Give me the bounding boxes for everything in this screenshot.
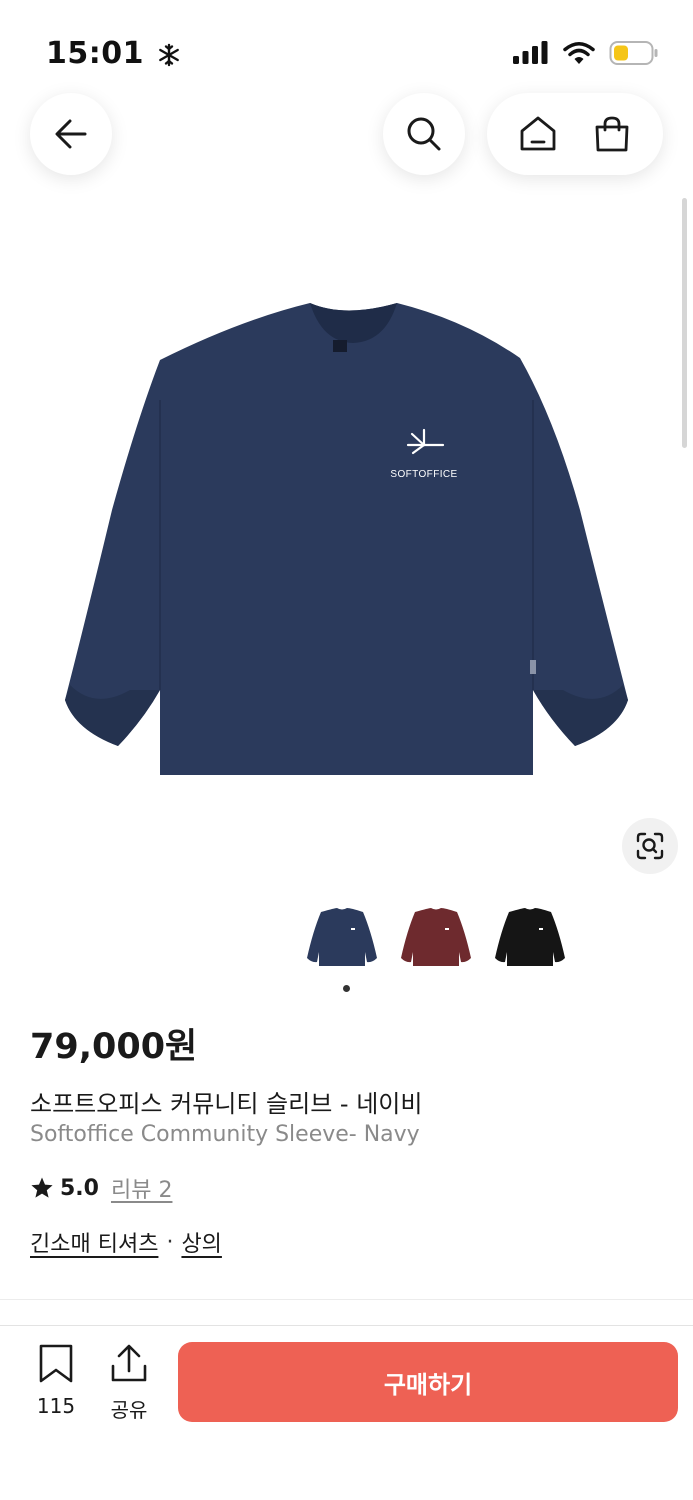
category-separator: · (166, 1229, 174, 1255)
share-icon (111, 1344, 147, 1382)
status-indicators (513, 40, 659, 66)
lens-icon (636, 832, 664, 860)
search-icon (407, 117, 441, 151)
home-icon (520, 116, 556, 151)
wifi-icon (563, 42, 595, 64)
star-icon (31, 1177, 53, 1198)
bookmark-count: 115 (36, 1394, 76, 1418)
image-search-button[interactable] (622, 818, 678, 874)
bottom-action-bar: 115 공유 구매하기 (0, 1326, 693, 1500)
thumbnail-black[interactable] (493, 900, 567, 974)
breadcrumb: 긴소매 티셔츠 · 상의 (30, 1226, 222, 1258)
thumbnail-image (307, 908, 377, 966)
thumbnail-image (401, 908, 471, 966)
status-time: 15:01 (46, 36, 181, 71)
bookmark-icon (39, 1344, 73, 1383)
product-title: 소프트오피스 커뮤니티 슬리브 - 네이비 (30, 1090, 423, 1118)
home-button[interactable] (518, 114, 558, 154)
shopping-bag-icon (595, 116, 629, 152)
buy-button[interactable]: 구매하기 (178, 1342, 678, 1422)
category-link-long-sleeve[interactable]: 긴소매 티셔츠 (30, 1226, 158, 1258)
snowflake-icon (159, 43, 179, 66)
search-button[interactable] (383, 93, 465, 175)
cart-button[interactable] (592, 114, 632, 154)
thumbnail-burgundy[interactable] (399, 900, 473, 974)
carousel-dot (343, 985, 350, 992)
rating-value: 5.0 (60, 1175, 99, 1201)
signal-icon (513, 41, 548, 64)
sweatshirt-image: SOFTOFFICE (65, 303, 628, 775)
bookmark-button[interactable]: 115 (34, 1344, 78, 1418)
battery-icon (609, 41, 658, 65)
rating: 5.0 리뷰 2 (30, 1172, 172, 1204)
thumbnail-list (305, 900, 567, 974)
arrow-left-icon (55, 119, 87, 149)
product-image[interactable]: SOFTOFFICE (40, 280, 650, 800)
thumbnail-navy[interactable] (305, 900, 379, 974)
product-subtitle: Softoffice Community Sleeve- Navy (30, 1122, 420, 1147)
status-bar: 15:01 (0, 0, 693, 96)
thumbnail-image (495, 908, 565, 966)
review-link[interactable]: 리뷰 2 (111, 1172, 172, 1204)
category-link-top[interactable]: 상의 (181, 1226, 221, 1258)
share-label: 공유 (110, 1398, 148, 1422)
nav-group (487, 93, 663, 175)
divider (0, 1299, 693, 1300)
share-button[interactable]: 공유 (106, 1344, 152, 1423)
scroll-indicator[interactable] (682, 198, 687, 448)
logo-text: SOFTOFFICE (390, 469, 457, 480)
product-price: 79,000원 (30, 1027, 198, 1067)
back-button[interactable] (30, 93, 112, 175)
